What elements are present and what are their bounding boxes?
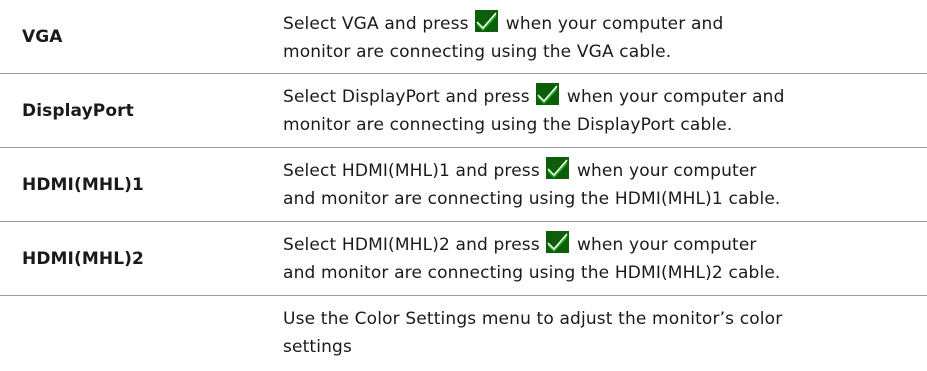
text-before: Select HDMI(MHL)1 and press [283,160,546,181]
check-icon [546,230,570,253]
row-label: DisplayPort [22,100,134,121]
text-before: Select HDMI(MHL)2 and press [283,234,546,255]
row-label: HDMI(MHL)1 [22,174,144,195]
table-row-displayport: DisplayPort Select DisplayPort and press… [0,74,927,148]
description-line-2: and monitor are connecting using the HDM… [283,188,781,209]
row-description: Select DisplayPort and press when your c… [283,74,927,147]
row-label: VGA [22,26,63,47]
description-line-2: settings [283,337,352,357]
table-row-color-settings: Use the Color Settings menu to adjust th… [0,296,927,370]
description-line-2: and monitor are connecting using the HDM… [283,262,781,283]
table-row-hdmi-mhl-1: HDMI(MHL)1 Select HDMI(MHL)1 and press w… [0,148,927,222]
description-line-2: monitor are connecting using the Display… [283,114,733,135]
input-source-table: VGA Select VGA and press when your compu… [0,0,927,370]
text-after: when your computer [571,234,757,255]
description-line-1: Select DisplayPort and press when your c… [283,82,919,111]
row-description: Select HDMI(MHL)2 and press when your co… [283,222,927,295]
row-description: Use the Color Settings menu to adjust th… [283,296,927,370]
text-after: when your computer and [500,14,724,34]
description-line-2: monitor are connecting using the VGA cab… [283,42,672,62]
row-description: Select VGA and press when your computer … [283,0,927,73]
description-line-1: Select HDMI(MHL)2 and press when your co… [283,230,919,259]
check-icon [546,156,570,179]
description-line-1: Use the Color Settings menu to adjust th… [283,309,783,329]
table-row-vga: VGA Select VGA and press when your compu… [0,0,927,74]
description-line-1: Select HDMI(MHL)1 and press when your co… [283,156,919,185]
description-line-1: Select VGA and press when your computer … [283,10,919,38]
text-before: Select DisplayPort and press [283,86,536,107]
text-after: when your computer and [561,86,785,107]
row-label: HDMI(MHL)2 [22,248,144,269]
row-label [0,296,283,370]
table-row-hdmi-mhl-2: HDMI(MHL)2 Select HDMI(MHL)2 and press w… [0,222,927,296]
row-description: Select HDMI(MHL)1 and press when your co… [283,148,927,221]
text-before: Select VGA and press [283,14,475,34]
check-icon [475,10,499,32]
text-after: when your computer [571,160,757,181]
check-icon [536,82,560,105]
